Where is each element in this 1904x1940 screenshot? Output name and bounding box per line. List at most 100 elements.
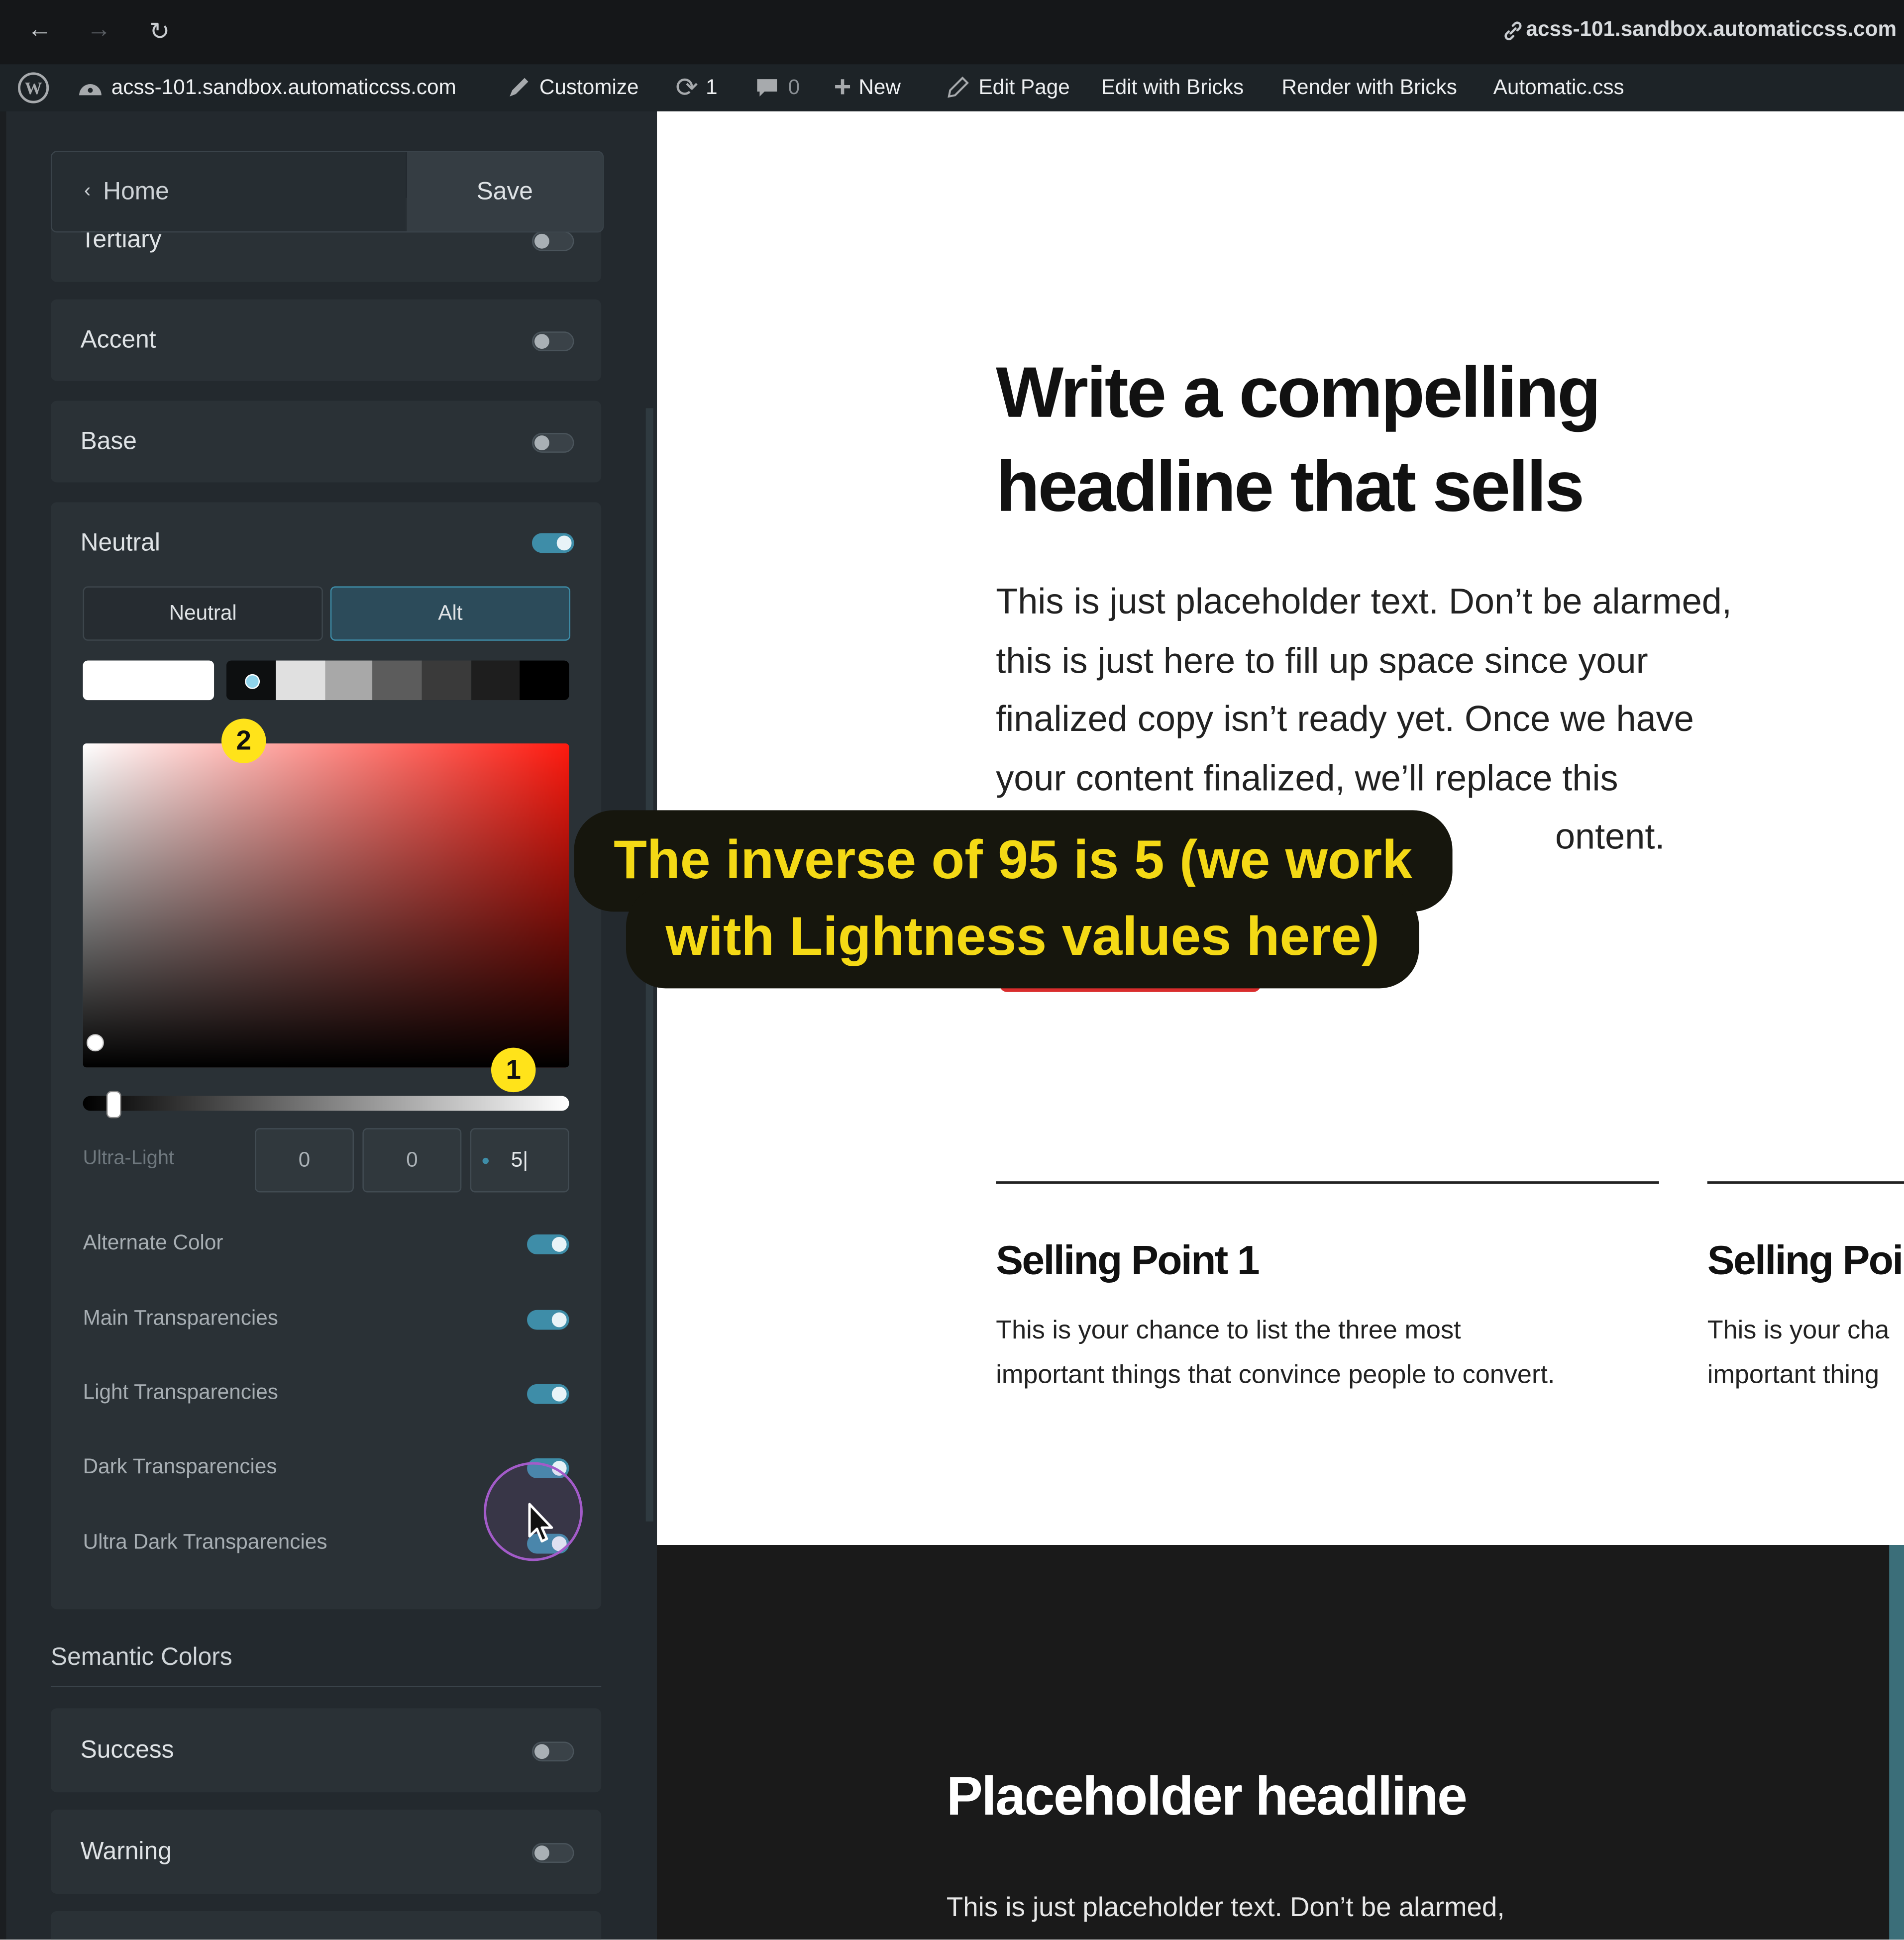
- pencil-icon: [948, 76, 969, 98]
- home-save-bar: ‹ Home Save: [50, 151, 604, 233]
- main-transparencies-toggle[interactable]: [527, 1310, 569, 1330]
- base-toggle[interactable]: [531, 433, 574, 453]
- reload-icon[interactable]: ↻: [145, 16, 175, 47]
- dark-section-text: This is just placeholder text. Don’t be …: [946, 1891, 1505, 1923]
- lightness-value: 5: [511, 1148, 523, 1172]
- divider: [50, 1686, 602, 1687]
- text-line: This is your chance to list the three mo…: [996, 1316, 1461, 1345]
- admin-bar-edit-page[interactable]: Edit Page: [944, 64, 1070, 111]
- shade-swatch[interactable]: [276, 660, 325, 701]
- site-name: acss-101.sandbox.automaticcss.com: [111, 75, 456, 99]
- text-line: This is your cha: [1707, 1316, 1890, 1345]
- admin-bar-automatic-css[interactable]: Automatic.css: [1493, 64, 1624, 111]
- color-row-partial[interactable]: [50, 1911, 602, 1940]
- lightness-slider[interactable]: [83, 1096, 569, 1111]
- slider-thumb[interactable]: [106, 1091, 121, 1119]
- selling-point-rule: [996, 1181, 1659, 1184]
- option-label: Ultra Dark Transparencies: [83, 1530, 327, 1554]
- customize-label: Customize: [539, 75, 639, 99]
- text-line: important thing: [1707, 1360, 1880, 1389]
- tertiary-toggle[interactable]: [531, 231, 574, 251]
- color-row-base[interactable]: Base: [50, 401, 602, 483]
- admin-bar-new[interactable]: + New: [834, 64, 901, 111]
- shade-swatch[interactable]: [520, 660, 569, 701]
- option-label: Main Transparencies: [83, 1306, 278, 1330]
- selected-dot-icon: [245, 674, 260, 689]
- accent-toggle[interactable]: [531, 331, 574, 352]
- caption-line-2: with Lightness values here): [626, 887, 1419, 989]
- annotation-badge-2: 2: [221, 718, 266, 763]
- admin-bar-comments[interactable]: 0: [753, 64, 800, 111]
- updates-count: 1: [706, 75, 718, 99]
- edit-page-label: Edit Page: [978, 75, 1070, 99]
- color-row-label: Base: [80, 427, 137, 455]
- color-row-label: Warning: [80, 1837, 172, 1865]
- admin-bar-site[interactable]: acss-101.sandbox.automaticcss.com: [77, 64, 456, 111]
- updates-icon: ⟳: [675, 72, 699, 103]
- tab-alt[interactable]: Alt: [330, 586, 571, 641]
- comment-icon: [757, 79, 777, 97]
- alternate-color-toggle[interactable]: [527, 1234, 569, 1254]
- annotation-badge-1: 1: [491, 1047, 536, 1093]
- svg-text:W: W: [25, 79, 42, 98]
- new-label: New: [858, 75, 901, 99]
- selling-point-title: Selling Point 1: [996, 1237, 1260, 1283]
- save-button[interactable]: Save: [407, 152, 603, 231]
- option-light-transparencies[interactable]: Light Transparencies: [83, 1374, 572, 1412]
- paragraph-line: finalized copy isn’t ready yet. Once we …: [996, 700, 1694, 740]
- chevron-left-icon: ‹: [84, 180, 91, 202]
- shade-swatch[interactable]: [422, 660, 472, 701]
- tab-neutral[interactable]: Neutral: [83, 586, 323, 641]
- back-arrow-icon[interactable]: ←: [25, 16, 55, 44]
- neutral-toggle[interactable]: [531, 533, 574, 553]
- shade-swatch[interactable]: [226, 660, 276, 701]
- paragraph-line: this is just here to fill up space since…: [996, 641, 1648, 681]
- picker-handle[interactable]: [87, 1034, 104, 1052]
- selling-point-text: This is your cha important thing: [1707, 1309, 1890, 1398]
- option-main-transparencies[interactable]: Main Transparencies: [83, 1300, 572, 1337]
- color-preview-swatch[interactable]: [83, 660, 214, 701]
- color-row-label: Accent: [80, 326, 156, 353]
- shade-swatch-strip[interactable]: [226, 660, 569, 701]
- link-icon: [1504, 21, 1522, 40]
- neutral-label: Neutral: [80, 528, 160, 556]
- paragraph-line: This is just placeholder text. Don’t be …: [996, 582, 1732, 622]
- color-row-label: Success: [80, 1736, 174, 1763]
- option-label: Alternate Color: [83, 1230, 223, 1254]
- shade-swatch[interactable]: [325, 660, 373, 701]
- saturation-input[interactable]: 0: [362, 1128, 462, 1193]
- lightness-input[interactable]: 5 |: [470, 1128, 569, 1193]
- saturation-lightness-picker[interactable]: [83, 743, 569, 1068]
- admin-bar-updates[interactable]: ⟳ 1: [675, 64, 717, 111]
- text-line: important things that convince people to…: [996, 1360, 1555, 1389]
- color-row-accent[interactable]: Accent: [50, 299, 602, 381]
- light-transparencies-toggle[interactable]: [527, 1384, 569, 1404]
- focus-dot-icon: [482, 1157, 489, 1164]
- color-row-success[interactable]: Success: [50, 1708, 602, 1793]
- semantic-colors-heading: Semantic Colors: [50, 1643, 232, 1671]
- option-label: Light Transparencies: [83, 1380, 278, 1404]
- success-toggle[interactable]: [531, 1741, 574, 1762]
- shade-swatch[interactable]: [471, 660, 520, 701]
- option-alternate-color[interactable]: Alternate Color: [83, 1225, 572, 1262]
- headline-line: Write a compelling: [996, 352, 1601, 433]
- forward-arrow-icon[interactable]: →: [84, 16, 114, 44]
- admin-bar-render-with-bricks[interactable]: Render with Bricks: [1282, 64, 1457, 111]
- selling-point-text: This is your chance to list the three mo…: [996, 1309, 1555, 1398]
- option-label: Dark Transparencies: [83, 1454, 277, 1478]
- comments-count: 0: [788, 75, 800, 99]
- selling-point-rule: [1707, 1181, 1904, 1184]
- admin-bar-customize[interactable]: Customize: [505, 64, 639, 111]
- admin-bar-edit-with-bricks[interactable]: Edit with Bricks: [1101, 64, 1244, 111]
- screen: ← → ↻ acss-101.sandbox.automaticcss.com …: [0, 0, 1904, 1940]
- plus-icon: +: [834, 70, 851, 104]
- shade-swatch[interactable]: [372, 660, 422, 701]
- color-row-warning[interactable]: Warning: [50, 1810, 602, 1894]
- warning-toggle[interactable]: [531, 1843, 574, 1863]
- wordpress-logo-icon[interactable]: W: [17, 64, 50, 111]
- wp-admin-bar: W acss-101.sandbox.automaticcss.com Cust…: [0, 64, 1904, 111]
- selling-point-title: Selling Poi: [1707, 1237, 1904, 1283]
- home-button[interactable]: ‹ Home: [52, 152, 406, 231]
- hue-input[interactable]: 0: [255, 1128, 354, 1193]
- url-display[interactable]: acss-101.sandbox.automaticcss.com: [1526, 17, 1897, 42]
